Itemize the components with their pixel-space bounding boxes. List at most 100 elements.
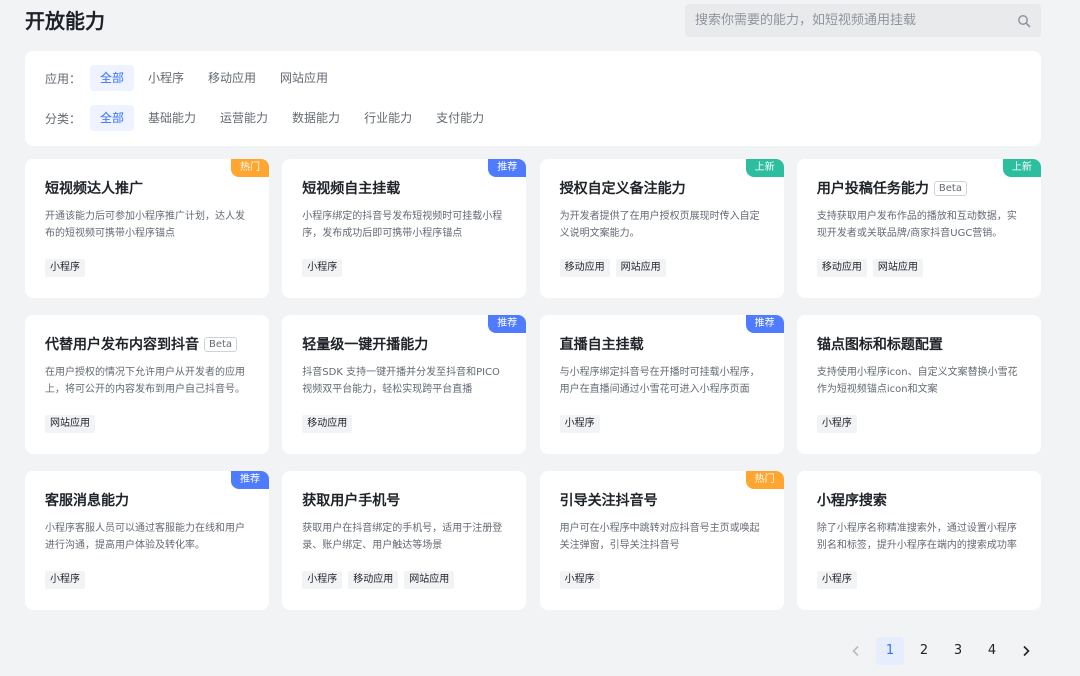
- card-description: 开通该能力后可参加小程序推广计划，达人发布的短视频可携带小程序锚点: [45, 211, 245, 239]
- card-title-row: 代替用户发布内容到抖音 Beta: [45, 335, 249, 353]
- card-tags: 移动应用 网站应用: [816, 259, 929, 277]
- card-title-row: 客服消息能力: [45, 491, 249, 509]
- card-description: 支持获取用户发布作品的播放和互动数据，实现开发者或关联品牌/商家抖音UGC营销。: [816, 211, 1017, 239]
- card-tag: 网站应用: [404, 571, 455, 589]
- page-button[interactable]: 1: [876, 637, 904, 665]
- card-tags: 小程序: [45, 259, 91, 277]
- page-button[interactable]: 2: [910, 637, 938, 665]
- capability-card[interactable]: 热门 短视频达人推广 开通该能力后可参加小程序推广计划，达人发布的短视频可携带小…: [25, 159, 269, 298]
- card-tag: 网站应用: [45, 415, 95, 433]
- capability-grid: 热门 短视频达人推广 开通该能力后可参加小程序推广计划，达人发布的短视频可携带小…: [25, 159, 1041, 610]
- prev-page-button[interactable]: [842, 637, 870, 665]
- capability-card[interactable]: 代替用户发布内容到抖音 Beta 在用户授权的情况下允许用户从开发者的应用上，将可…: [25, 315, 269, 454]
- card-title: 代替用户发布内容到抖音: [45, 337, 199, 353]
- card-title-row: 小程序搜索: [817, 491, 1021, 509]
- page-button[interactable]: 3: [944, 637, 972, 665]
- filter-panel: 应用： 全部 小程序 移动应用 网站应用 分类： 全部 基础能力 运营能力 数据能力 行业能力…: [25, 51, 1041, 146]
- card-description: 在用户授权的情况下允许用户从开发者的应用上，将可公开的内容发布到用户自己抖音号。: [45, 367, 245, 395]
- card-tag: 小程序: [816, 571, 857, 589]
- search-icon[interactable]: [1017, 14, 1031, 28]
- card-title: 轻量级一键开播能力: [302, 337, 429, 353]
- capability-card[interactable]: 推荐 轻量级一键开播能力 抖音SDK 支持一键开播并分发至抖音和PICO视频双平…: [282, 315, 527, 454]
- app-filter-chip[interactable]: 移动应用: [198, 65, 266, 91]
- card-title-row: 引导关注抖音号: [560, 491, 764, 509]
- search-box[interactable]: [685, 4, 1041, 37]
- card-badge: 热门: [745, 471, 784, 489]
- pagination: 1234: [836, 637, 1040, 665]
- card-description: 小程序客服人员可以通过客服能力在线和用户进行沟通，提高用户体验及转化率。: [45, 523, 245, 551]
- category-filter-chip[interactable]: 全部: [90, 105, 135, 131]
- card-badge: 推荐: [745, 315, 784, 333]
- card-title-row: 授权自定义备注能力: [560, 179, 764, 197]
- card-tag: 移动应用: [816, 259, 867, 277]
- card-tag: 小程序: [302, 259, 343, 277]
- card-title-row: 轻量级一键开播能力: [302, 335, 506, 353]
- card-title: 短视频自主挂载: [302, 181, 401, 197]
- card-tags: 小程序: [559, 415, 606, 433]
- capability-card[interactable]: 推荐 短视频自主挂载 小程序绑定的抖音号发布短视频时可挂载小程序，发布成功后即可…: [282, 159, 527, 298]
- category-filter-chip[interactable]: 数据能力: [282, 105, 350, 131]
- card-tag: 小程序: [559, 415, 600, 433]
- card-title: 锚点图标和标题配置: [816, 337, 943, 353]
- card-title-row: 用户投稿任务能力 Beta: [817, 179, 1021, 197]
- card-tags: 小程序: [559, 571, 606, 589]
- next-page-button[interactable]: [1012, 637, 1040, 665]
- card-tags: 小程序: [45, 571, 91, 589]
- card-title-row: 短视频自主挂载: [302, 179, 506, 197]
- card-tags: 小程序: [816, 415, 863, 433]
- card-tag: 小程序: [45, 571, 85, 589]
- card-title-row: 锚点图标和标题配置: [817, 335, 1021, 353]
- card-tag: 移动应用: [302, 415, 353, 433]
- card-tags: 网站应用: [45, 415, 101, 433]
- card-description: 抖音SDK 支持一键开播并分发至抖音和PICO视频双平台能力，轻松实现跨平台直播: [302, 367, 500, 395]
- card-title: 直播自主挂载: [559, 337, 644, 353]
- card-tag: 网站应用: [872, 259, 923, 277]
- capability-card[interactable]: 上新 用户投稿任务能力 Beta 支持获取用户发布作品的播放和互动数据，实现开发者…: [796, 159, 1041, 298]
- card-description: 用户可在小程序中跳转对应抖音号主页或唤起关注弹窗，引导关注抖音号: [559, 523, 760, 551]
- card-description: 与小程序绑定抖音号在开播时可挂载小程序，用户在直播间通过小雪花可进入小程序页面: [559, 367, 760, 395]
- capability-card[interactable]: 热门 引导关注抖音号 用户可在小程序中跳转对应抖音号主页或唤起关注弹窗，引导关注…: [539, 471, 784, 610]
- card-tags: 移动应用 网站应用: [559, 259, 672, 277]
- category-filter-chip[interactable]: 支付能力: [426, 105, 494, 131]
- capability-card[interactable]: 上新 授权自定义备注能力 为开发者提供了在用户授权页展现时传入自定义说明文案能力…: [539, 159, 784, 298]
- category-filter-chip[interactable]: 运营能力: [210, 105, 278, 131]
- category-filter-row: 分类： 全部 基础能力 运营能力 数据能力 行业能力 支付能力: [45, 105, 498, 131]
- card-title: 客服消息能力: [45, 493, 129, 509]
- card-title: 小程序搜索: [816, 493, 887, 509]
- chevron-left-icon: [852, 645, 859, 656]
- card-title: 授权自定义备注能力: [559, 181, 686, 197]
- card-description: 为开发者提供了在用户授权页展现时传入自定义说明文案能力。: [559, 211, 760, 239]
- card-title: 引导关注抖音号: [559, 493, 658, 509]
- card-tags: 小程序 移动应用 网站应用: [302, 571, 460, 589]
- card-title: 短视频达人推广: [45, 181, 143, 197]
- app-filter-chip[interactable]: 全部: [90, 65, 135, 91]
- card-description: 小程序绑定的抖音号发布短视频时可挂载小程序，发布成功后即可携带小程序锚点: [302, 211, 503, 239]
- card-description: 获取用户在抖音绑定的手机号，适用于注册登录、账户绑定、用户触达等场景: [302, 523, 503, 551]
- card-title: 用户投稿任务能力: [816, 181, 929, 197]
- capability-card[interactable]: 小程序搜索 除了小程序名称精准搜索外，通过设置小程序别名和标签，提升小程序在端内…: [796, 471, 1041, 610]
- capability-card[interactable]: 获取用户手机号 获取用户在抖音绑定的手机号，适用于注册登录、账户绑定、用户触达等…: [282, 471, 527, 610]
- card-title-row: 直播自主挂载: [560, 335, 764, 353]
- capability-card[interactable]: 锚点图标和标题配置 支持使用小程序icon、自定义文案替换小雪花作为短视频锚点i…: [796, 315, 1041, 454]
- card-badge: 推荐: [231, 471, 269, 489]
- card-tag: 移动应用: [559, 259, 610, 277]
- page-button[interactable]: 4: [978, 637, 1006, 665]
- card-tags: 移动应用: [302, 415, 358, 433]
- page-title: 开放能力: [25, 9, 105, 33]
- card-description: 除了小程序名称精准搜索外，通过设置小程序别名和标签，提升小程序在端内的搜索成功率: [816, 523, 1017, 551]
- category-filter-chip[interactable]: 行业能力: [354, 105, 422, 131]
- card-badge: 热门: [231, 159, 269, 177]
- card-badge: 上新: [745, 159, 784, 177]
- category-filter-chip[interactable]: 基础能力: [138, 105, 206, 131]
- capability-card[interactable]: 推荐 客服消息能力 小程序客服人员可以通过客服能力在线和用户进行沟通，提高用户体…: [25, 471, 269, 610]
- chevron-right-icon: [1023, 645, 1030, 656]
- app-filter-label: 应用：: [45, 71, 82, 86]
- search-input[interactable]: [695, 13, 1017, 28]
- card-tag: 移动应用: [348, 571, 399, 589]
- capability-card[interactable]: 推荐 直播自主挂载 与小程序绑定抖音号在开播时可挂载小程序，用户在直播间通过小雪…: [539, 315, 784, 454]
- card-title-row: 短视频达人推广: [45, 179, 249, 197]
- card-tag: 小程序: [45, 259, 85, 277]
- app-filter-chip[interactable]: 网站应用: [270, 65, 338, 91]
- app-filter-chip[interactable]: 小程序: [138, 65, 194, 91]
- app-filter-row: 应用： 全部 小程序 移动应用 网站应用: [45, 65, 342, 91]
